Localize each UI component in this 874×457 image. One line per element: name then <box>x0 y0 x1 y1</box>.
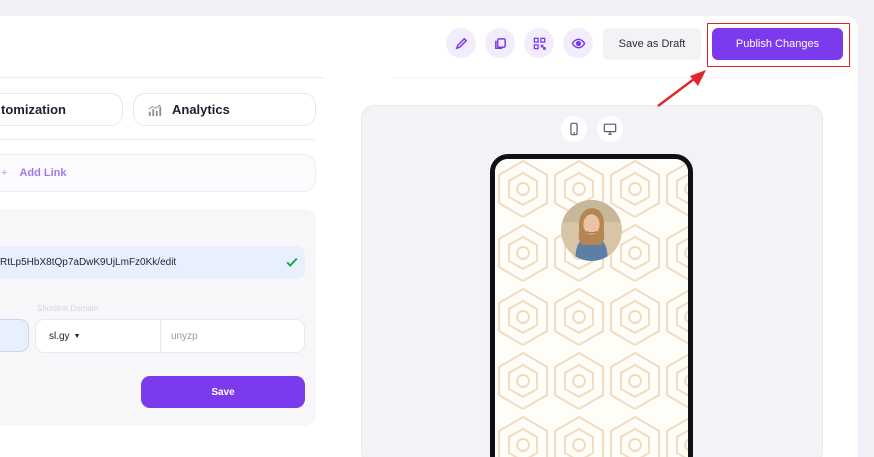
shortlink-domain-label: Shortlink Domain <box>37 304 98 313</box>
tab-label: Analytics <box>172 102 230 117</box>
add-link-label: Add Link <box>19 167 67 179</box>
smartphone-icon <box>570 122 578 136</box>
field-stub[interactable] <box>0 319 29 352</box>
copy-icon <box>494 37 506 49</box>
slug-input[interactable] <box>160 319 305 353</box>
profile-avatar <box>561 200 622 261</box>
divider <box>0 139 316 140</box>
eye-icon <box>571 38 585 48</box>
save-draft-button[interactable]: Save as Draft <box>603 28 701 60</box>
tab-label: tomization <box>1 102 66 117</box>
url-value: RtLp5HbX8tQp7aDwK9UjLmFz0Kk/edit <box>0 257 177 268</box>
mobile-view-button[interactable] <box>561 116 587 142</box>
analytics-icon <box>148 103 162 116</box>
add-link-button[interactable]: + Add Link <box>0 154 316 192</box>
pencil-icon <box>455 37 467 49</box>
monitor-icon <box>603 123 617 135</box>
edit-button[interactable] <box>446 28 476 58</box>
desktop-view-button[interactable] <box>597 116 623 142</box>
save-button[interactable]: Save <box>141 376 305 408</box>
domain-select[interactable]: sl.gy ▼ <box>35 319 161 353</box>
destination-url-field[interactable]: RtLp5HbX8tQp7aDwK9UjLmFz0Kk/edit <box>0 246 305 279</box>
caret-down-icon: ▼ <box>73 332 81 340</box>
qr-button[interactable] <box>524 28 554 58</box>
red-arrow-annotation <box>657 70 706 107</box>
tab-customization[interactable]: tomization <box>0 93 123 126</box>
publish-changes-button[interactable]: Publish Changes <box>712 28 843 60</box>
preview-button[interactable] <box>563 28 593 58</box>
duplicate-button[interactable] <box>485 28 515 58</box>
check-icon <box>286 257 298 267</box>
divider <box>0 77 325 78</box>
divider <box>392 77 832 78</box>
qr-code-icon <box>533 37 546 50</box>
domain-value: sl.gy <box>49 330 70 342</box>
plus-icon: + <box>1 167 8 179</box>
tab-analytics[interactable]: Analytics <box>133 93 316 126</box>
